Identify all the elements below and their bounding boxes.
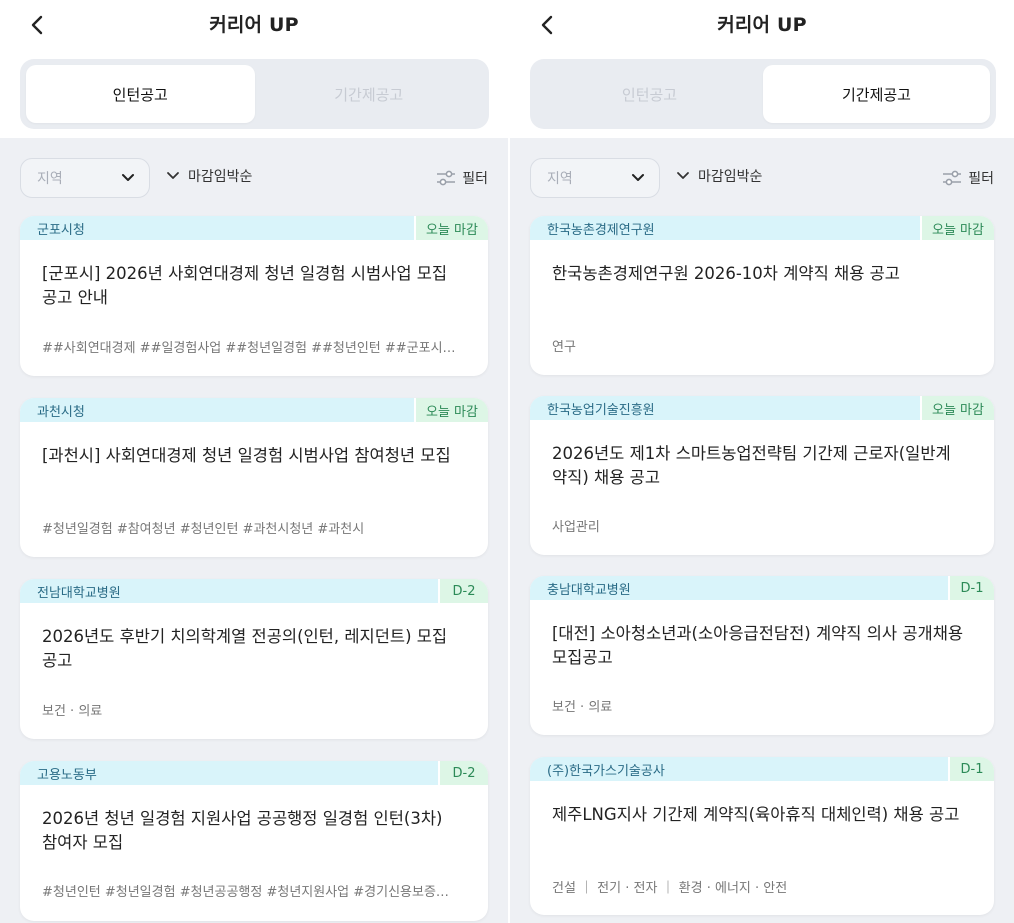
filter-button[interactable]: 필터 xyxy=(942,168,994,188)
sliders-icon xyxy=(943,170,962,186)
page-title: 커리어 UP xyxy=(717,14,807,36)
job-card[interactable]: (주)한국가스기술공사 D-1 제주LNG지사 기간제 계약직(육아휴직 대체인… xyxy=(530,757,994,915)
filter-label: 필터 xyxy=(462,171,488,187)
job-card[interactable]: 과천시청 오늘 마감 [과천시] 사회연대경제 청년 일경험 시범사업 참여청년… xyxy=(20,398,488,557)
sort-label: 마감임박순 xyxy=(188,169,253,185)
left-screen: 커리어 UP 인턴공고 기간제공고 지역 마감임박순 필터 군포시청 오늘 마감 xyxy=(0,0,508,923)
tab-intern[interactable]: 인턴공고 xyxy=(536,65,763,123)
job-tags: 사업관리 xyxy=(552,520,600,535)
tab-contract[interactable]: 기간제공고 xyxy=(255,65,484,123)
sort-label: 마감임박순 xyxy=(698,169,763,185)
org-name: 한국농업기술진흥원 xyxy=(530,396,920,420)
deadline-badge: 오늘 마감 xyxy=(922,396,994,420)
tab-bar: 인턴공고 기간제공고 xyxy=(530,59,996,129)
job-tags: #청년인턴 #청년일경험 #청년공공행정 #청년지원사업 #경기신용보증재… xyxy=(42,885,460,900)
deadline-badge: 오늘 마감 xyxy=(416,398,488,422)
job-title: 2026년도 후반기 치의학계열 전공의(인턴, 레지던트) 모집 공고 xyxy=(42,627,448,670)
deadline-badge: D-1 xyxy=(950,576,994,600)
job-tags: 보건 · 의료 xyxy=(552,700,613,715)
job-tags: 건설 ｜ 전기 · 전자 ｜ 환경 · 에너지 · 안전 xyxy=(552,881,788,896)
job-tags: ##사회연대경제 ##일경험사업 ##청년일경험 ##청년인턴 ##군포시… xyxy=(42,341,456,356)
org-name: 과천시청 xyxy=(20,398,414,422)
job-tags: 보건 · 의료 xyxy=(42,704,103,719)
region-select[interactable]: 지역 xyxy=(20,158,150,198)
job-card[interactable]: 한국농업기술진흥원 오늘 마감 2026년도 제1차 스마트농업전략팀 기간제 … xyxy=(530,396,994,555)
org-name: 군포시청 xyxy=(20,216,414,240)
deadline-badge: D-1 xyxy=(950,757,994,781)
tab-intern[interactable]: 인턴공고 xyxy=(26,65,255,123)
job-card[interactable]: 충남대학교병원 D-1 [대전] 소아청소년과(소아응급전담전) 계약직 의사 … xyxy=(530,576,994,735)
right-screen: 커리어 UP 인턴공고 기간제공고 지역 마감임박순 필터 한국농촌경제연구원 … xyxy=(510,0,1014,923)
chevron-down-icon xyxy=(677,172,689,179)
job-card[interactable]: 전남대학교병원 D-2 2026년도 후반기 치의학계열 전공의(인턴, 레지던… xyxy=(20,579,488,739)
sliders-icon xyxy=(437,170,456,186)
filter-button[interactable]: 필터 xyxy=(436,168,488,188)
deadline-badge: 오늘 마감 xyxy=(922,216,994,240)
filter-label: 필터 xyxy=(968,171,994,187)
chevron-down-icon xyxy=(632,174,644,181)
sort-select[interactable]: 마감임박순 xyxy=(166,166,252,186)
chevron-down-icon xyxy=(122,174,134,181)
org-name: 전남대학교병원 xyxy=(20,579,438,603)
job-tags: 연구 xyxy=(552,340,576,355)
org-name: 한국농촌경제연구원 xyxy=(530,216,920,240)
org-name: 고용노동부 xyxy=(20,761,438,785)
job-title: 제주LNG지사 기간제 계약직(육아휴직 대체인력) 채용 공고 xyxy=(552,805,960,824)
job-card[interactable]: 고용노동부 D-2 2026년 청년 일경험 지원사업 공공행정 일경험 인턴(… xyxy=(20,761,488,921)
deadline-badge: D-2 xyxy=(440,761,488,785)
region-label: 지역 xyxy=(37,171,63,187)
chevron-down-icon xyxy=(167,172,179,179)
job-card[interactable]: 군포시청 오늘 마감 [군포시] 2026년 사회연대경제 청년 일경험 시범사… xyxy=(20,216,488,376)
header: 커리어 UP 인턴공고 기간제공고 xyxy=(0,0,508,138)
region-select[interactable]: 지역 xyxy=(530,158,660,198)
job-title: [과천시] 사회연대경제 청년 일경험 시범사업 참여청년 모집 xyxy=(42,446,451,465)
org-name: 충남대학교병원 xyxy=(530,576,948,600)
tab-bar: 인턴공고 기간제공고 xyxy=(20,59,489,129)
deadline-badge: 오늘 마감 xyxy=(416,216,488,240)
job-title: [대전] 소아청소년과(소아응급전담전) 계약직 의사 공개채용 모집공고 xyxy=(552,624,964,667)
region-label: 지역 xyxy=(547,171,573,187)
header: 커리어 UP 인턴공고 기간제공고 xyxy=(510,0,1014,138)
job-card[interactable]: 한국농촌경제연구원 오늘 마감 한국농촌경제연구원 2026-10차 계약직 채… xyxy=(530,216,994,375)
filter-bar: 지역 마감임박순 필터 xyxy=(510,138,1014,216)
job-title: [군포시] 2026년 사회연대경제 청년 일경험 시범사업 모집 공고 안내 xyxy=(42,264,448,307)
page-title: 커리어 UP xyxy=(209,14,299,36)
job-title: 2026년도 제1차 스마트농업전략팀 기간제 근로자(일반계약직) 채용 공고 xyxy=(552,444,951,487)
filter-bar: 지역 마감임박순 필터 xyxy=(0,138,508,216)
sort-select[interactable]: 마감임박순 xyxy=(676,166,762,186)
job-title: 2026년 청년 일경험 지원사업 공공행정 일경험 인턴(3차) 참여자 모집 xyxy=(42,809,443,852)
job-title: 한국농촌경제연구원 2026-10차 계약직 채용 공고 xyxy=(552,264,900,283)
job-tags: #청년일경험 #참여청년 #청년인턴 #과천시청년 #과천시 xyxy=(42,522,365,537)
deadline-badge: D-2 xyxy=(440,579,488,603)
tab-contract[interactable]: 기간제공고 xyxy=(763,65,990,123)
org-name: (주)한국가스기술공사 xyxy=(530,757,948,781)
